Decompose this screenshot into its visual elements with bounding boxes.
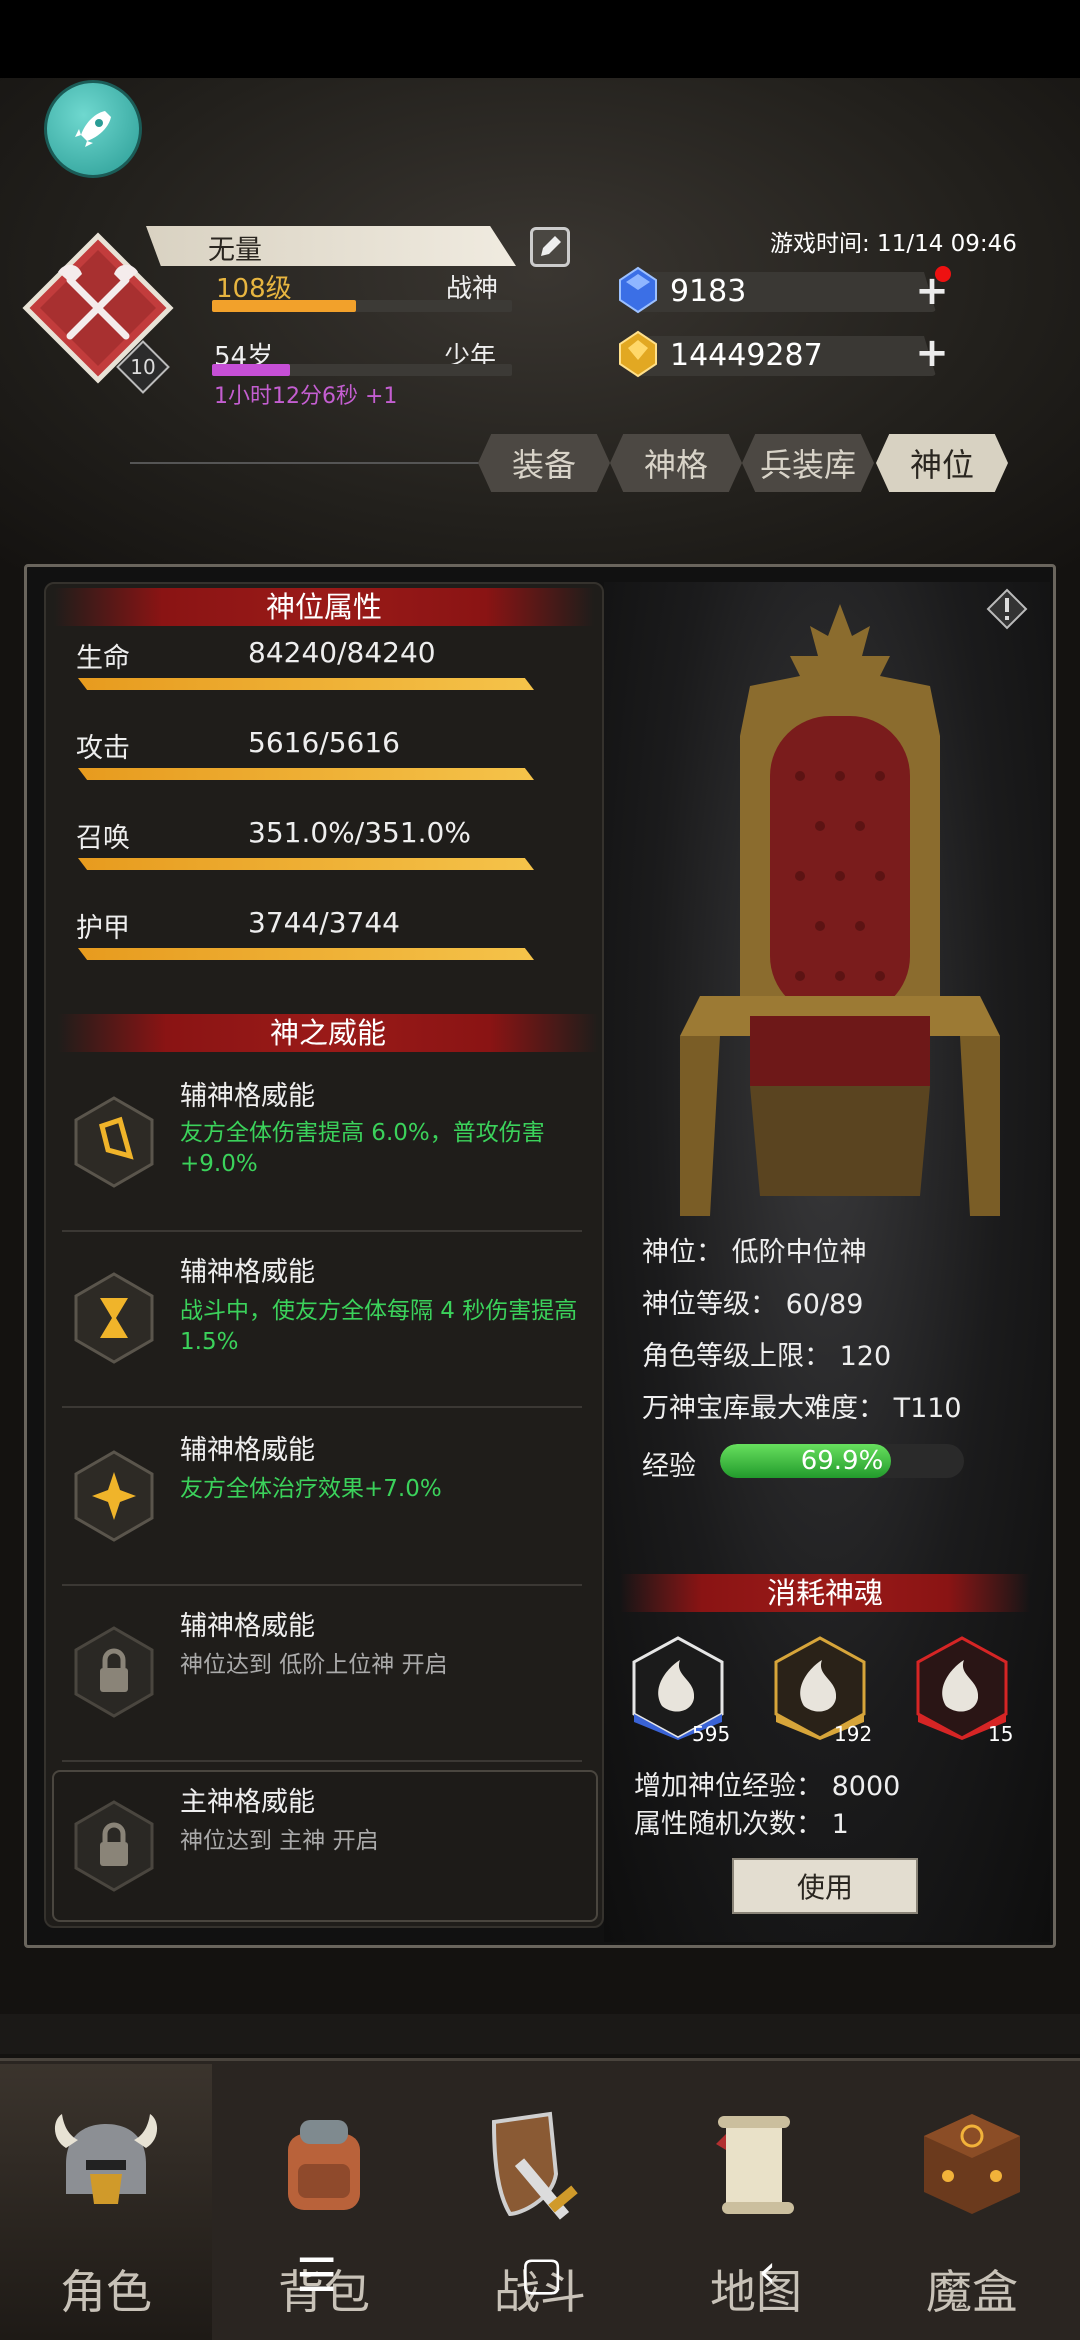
add-gold-button[interactable]: + — [914, 333, 950, 373]
emblem-level: 10 — [130, 355, 156, 379]
tab-armory[interactable]: 兵装库 — [742, 434, 874, 492]
nav-item-magic-box[interactable]: 魔盒 — [866, 2064, 1078, 2340]
power-desc-3: 友方全体治疗效果+7.0% — [180, 1476, 442, 1502]
attributes-title: 神位属性 — [54, 588, 594, 626]
god-position: 神位： 低阶中位神 — [642, 1237, 867, 1268]
system-home-button[interactable]: ▢ — [520, 2246, 563, 2300]
notification-dot — [935, 266, 951, 282]
attr-label-armor: 护甲 — [76, 913, 130, 944]
tab-god-position[interactable]: 神位 — [876, 434, 1008, 492]
scroll-map-icon — [716, 2116, 794, 2214]
game-time: 游戏时间: 11/14 09:46 — [770, 231, 1017, 257]
attr-bar-summon — [78, 858, 534, 870]
name-plate — [146, 226, 516, 266]
gold-count: 14449287 — [670, 338, 823, 373]
attr-value-summon: 351.0%/351.0% — [248, 816, 471, 849]
tab-divinity[interactable]: 神格 — [610, 434, 742, 492]
gem-count: 9183 — [670, 274, 747, 309]
divider — [62, 1230, 582, 1232]
nav-item-map[interactable]: 地图 — [650, 2064, 862, 2340]
tab-divider — [130, 462, 480, 464]
system-menu-button[interactable]: ☰ — [296, 2248, 337, 2302]
power-desc-5: 神位达到 主神 开启 — [180, 1828, 379, 1854]
char-level-cap: 角色等级上限： 120 — [642, 1341, 892, 1372]
soul-count-blue: 595 — [692, 1722, 731, 1746]
rocket-icon — [75, 111, 111, 147]
power-name-4: 辅神格威能 — [180, 1611, 315, 1642]
throne-image — [680, 604, 1000, 1216]
powers-title: 神之威能 — [58, 1014, 598, 1052]
nav-label-magic-box: 魔盒 — [926, 2265, 1018, 2319]
attr-bar-hp — [78, 678, 534, 690]
attr-value-hp: 84240/84240 — [248, 636, 436, 669]
exp-gain: 增加神位经验： 8000 — [634, 1771, 901, 1802]
soul-count-red: 15 — [988, 1722, 1014, 1746]
random-times: 属性随机次数： 1 — [634, 1809, 849, 1840]
power-name-3: 辅神格威能 — [180, 1435, 315, 1466]
lock-icon — [74, 1800, 154, 1892]
nav-item-character[interactable]: 角色 — [0, 2064, 212, 2340]
power-desc-2: 战斗中，使友方全体每隔 4 秒伤害提高 1.5% — [180, 1298, 578, 1355]
power-cross-icon — [74, 1450, 154, 1542]
power-name-5: 主神格威能 — [180, 1787, 315, 1818]
attr-label-summon: 召唤 — [76, 823, 130, 854]
sword-shield-icon — [491, 2111, 578, 2220]
divider — [62, 1760, 582, 1762]
attr-value-armor: 3744/3744 — [248, 906, 400, 939]
system-back-button[interactable]: ‹ — [758, 2244, 776, 2298]
magic-box-icon — [924, 2114, 1020, 2214]
power-name-2: 辅神格威能 — [180, 1257, 315, 1288]
attr-label-attack: 攻击 — [76, 733, 130, 764]
age-progress-bar — [212, 364, 512, 376]
edit-icon — [541, 236, 561, 256]
use-button[interactable]: 使用 — [732, 1858, 918, 1914]
power-hourglass-icon — [74, 1272, 154, 1364]
player-name: 无量 — [208, 235, 262, 266]
exp-label: 经验 — [642, 1451, 696, 1482]
status-bar — [0, 0, 1080, 78]
gold-gem-icon — [619, 330, 657, 378]
attributes-panel — [44, 582, 604, 1928]
nav-label-map: 地图 — [710, 2265, 802, 2319]
power-desc-4: 神位达到 低阶上位神 开启 — [180, 1652, 448, 1678]
attr-value-attack: 5616/5616 — [248, 726, 400, 759]
edit-name-button[interactable] — [530, 227, 570, 267]
lock-icon — [74, 1626, 154, 1718]
level-progress-bar — [212, 300, 512, 312]
power-desc-1: 友方全体伤害提高 6.0%，普攻伤害+9.0% — [180, 1120, 545, 1177]
rocket-button[interactable] — [44, 80, 142, 178]
exp-percent: 69.9% — [800, 1446, 884, 1476]
god-position-level: 神位等级： 60/89 — [642, 1289, 864, 1320]
divider — [62, 1406, 582, 1408]
age-timer: 1小时12分6秒 +1 — [214, 384, 398, 409]
attr-label-hp: 生命 — [76, 643, 130, 674]
attr-bar-armor — [78, 948, 534, 960]
vault-difficulty: 万神宝库最大难度： T110 — [642, 1393, 962, 1424]
attr-bar-attack — [78, 768, 534, 780]
bottom-strip — [0, 2014, 1080, 2054]
divider — [62, 1584, 582, 1586]
blue-gem-icon — [619, 266, 657, 314]
nav-label-character: 角色 — [60, 2265, 152, 2319]
helmet-icon — [54, 2114, 158, 2204]
tab-equipment[interactable]: 装备 — [478, 434, 610, 492]
power-blade-icon — [74, 1096, 154, 1188]
backpack-icon — [288, 2120, 360, 2210]
power-name-1: 辅神格威能 — [180, 1081, 315, 1112]
souls-title: 消耗神魂 — [620, 1574, 1030, 1612]
soul-count-gold: 192 — [834, 1722, 873, 1746]
info-icon[interactable] — [986, 588, 1028, 630]
